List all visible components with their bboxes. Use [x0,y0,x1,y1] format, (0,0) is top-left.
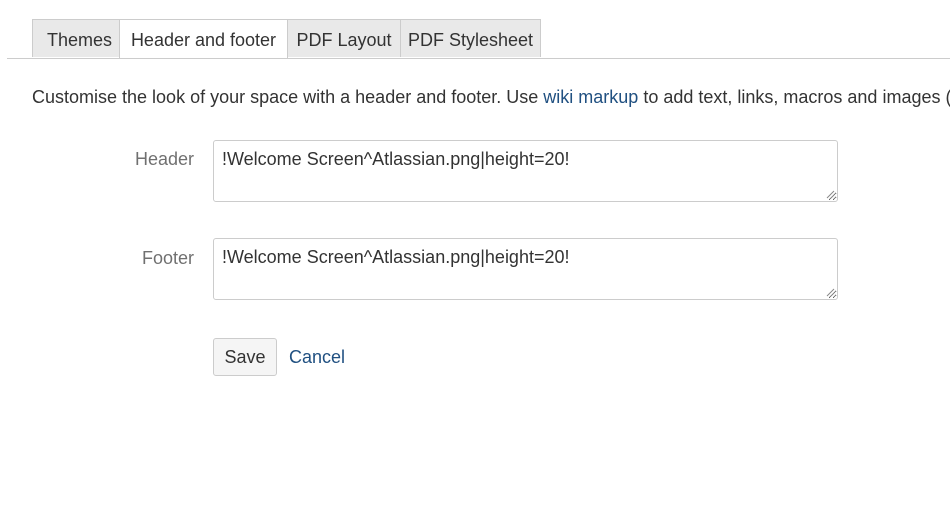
settings-tabs: Themes Header and footer PDF Layout PDF … [7,19,950,59]
tab-pdf-stylesheet[interactable]: PDF Stylesheet [400,19,541,57]
tab-pdf-layout[interactable]: PDF Layout [287,19,401,57]
description-text-end: to add text, links, macros and images (f… [643,87,950,107]
header-textarea[interactable]: !Welcome Screen^Atlassian.png|height=20! [213,140,838,202]
header-label: Header [134,149,194,169]
cancel-link[interactable]: Cancel [289,347,345,368]
look-and-feel-page: Themes Header and footer PDF Layout PDF … [0,0,950,507]
footer-textarea[interactable]: !Welcome Screen^Atlassian.png|height=20! [213,238,838,300]
tab-header-and-footer[interactable]: Header and footer [119,19,288,58]
header-footer-description: Customise the look of your space with a … [32,86,950,108]
description-text-start: Customise the look of your space with a … [32,87,544,107]
wiki-markup-link[interactable]: wiki markup [543,87,638,107]
tab-themes[interactable]: Themes [32,19,127,57]
save-button[interactable]: Save [213,338,277,376]
footer-label: Footer [141,248,194,268]
